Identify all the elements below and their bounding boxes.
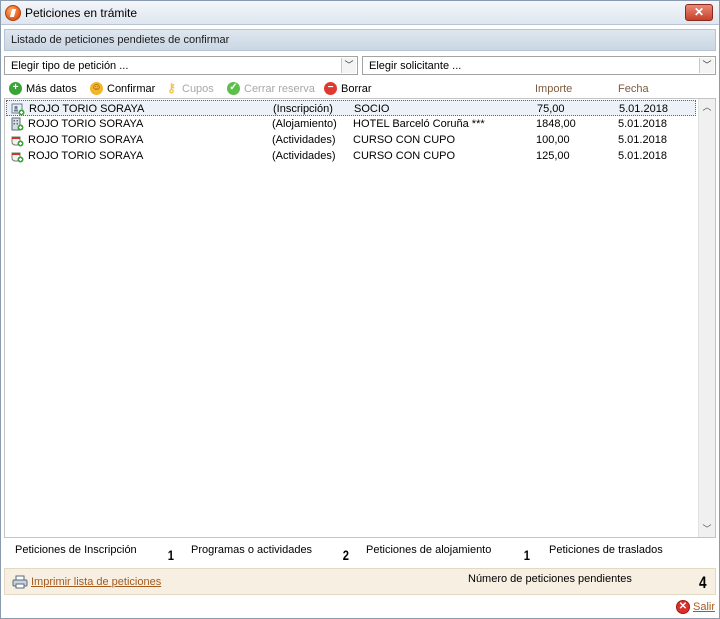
row-desc: HOTEL Barceló Coruña ***: [353, 118, 485, 130]
stat-inscripcion-value: 1: [167, 547, 175, 563]
minus-circle-icon: −: [324, 82, 337, 95]
row-fecha: 5.01.2018: [619, 103, 668, 115]
chevron-down-icon[interactable]: ﹀: [341, 58, 356, 73]
row-desc: CURSO CON CUPO: [353, 134, 456, 146]
stat-actividades-value: 2: [342, 547, 350, 563]
plus-circle-icon: +: [9, 82, 22, 95]
stat-traslados-label: Peticiones de traslados: [549, 544, 663, 556]
check-circle-icon: ✓: [227, 82, 240, 95]
stat-alojamiento-label: Peticiones de alojamiento: [366, 544, 492, 556]
key-icon: ⚷: [167, 81, 176, 95]
imprimir-lista-link[interactable]: Imprimir lista de peticiones: [31, 576, 161, 588]
peticiones-list: ROJO TORIO SORAYA (Inscripción) SOCIO 75…: [4, 98, 716, 538]
tipo-peticion-value: Elegir tipo de petición ...: [11, 60, 129, 72]
smiley-icon: ☺: [90, 82, 103, 95]
printer-icon[interactable]: [12, 575, 28, 589]
row-desc: SOCIO: [354, 103, 390, 115]
column-header-importe[interactable]: Importe: [535, 83, 572, 95]
cerrar-reserva-label: Cerrar reserva: [244, 83, 315, 95]
row-type: (Actividades): [272, 134, 336, 146]
table-row[interactable]: ROJO TORIO SORAYA (Actividades) CURSO CO…: [6, 148, 696, 164]
solicitante-select[interactable]: Elegir solicitante ... ﹀: [362, 56, 716, 75]
person-card-icon: [11, 103, 25, 116]
tipo-peticion-select[interactable]: Elegir tipo de petición ... ﹀: [4, 56, 358, 75]
row-importe: 125,00: [536, 150, 570, 162]
row-importe: 100,00: [536, 134, 570, 146]
table-row[interactable]: ROJO TORIO SORAYA (Alojamiento) HOTEL Ba…: [6, 116, 696, 132]
print-band: Imprimir lista de peticiones Número de p…: [4, 568, 716, 595]
column-header-fecha[interactable]: Fecha: [618, 83, 649, 95]
hotel-building-icon: [11, 117, 24, 131]
row-desc: CURSO CON CUPO: [353, 150, 456, 162]
scroll-down-arrow-icon[interactable]: ﹀: [699, 521, 715, 537]
cupos-label: Cupos: [182, 83, 214, 95]
row-fecha: 5.01.2018: [618, 150, 667, 162]
toolbar: + Más datos ☺ Confirmar ⚷ Cupos ✓ Cerrar…: [4, 80, 716, 98]
row-name: ROJO TORIO SORAYA: [28, 150, 144, 162]
row-type: (Actividades): [272, 150, 336, 162]
row-type: (Alojamiento): [272, 118, 337, 130]
row-type: (Inscripción): [273, 103, 333, 115]
row-name: ROJO TORIO SORAYA: [28, 134, 144, 146]
row-name: ROJO TORIO SORAYA: [28, 118, 144, 130]
row-fecha: 5.01.2018: [618, 118, 667, 130]
pending-count-label: Número de peticiones pendientes: [468, 573, 632, 585]
chevron-down-icon[interactable]: ﹀: [699, 58, 714, 73]
summary-stats: Peticiones de Inscripción 1 Programas o …: [4, 540, 716, 567]
table-row[interactable]: ROJO TORIO SORAYA (Actividades) CURSO CO…: [6, 132, 696, 148]
row-importe: 1848,00: [536, 118, 576, 130]
salir-label: Salir: [693, 601, 716, 613]
scroll-up-arrow-icon[interactable]: ︿: [699, 99, 715, 115]
vertical-scrollbar[interactable]: ︿ ﹀: [698, 99, 715, 537]
coffee-cup-icon: [11, 136, 24, 147]
window-close-button[interactable]: ✕: [685, 4, 713, 21]
section-header-text: Listado de peticiones pendietes de confi…: [11, 34, 230, 46]
mas-datos-label: Más datos: [26, 83, 77, 95]
borrar-label: Borrar: [341, 83, 372, 95]
section-header: Listado de peticiones pendietes de confi…: [4, 29, 716, 51]
row-name: ROJO TORIO SORAYA: [29, 103, 145, 115]
solicitante-value: Elegir solicitante ...: [369, 60, 462, 72]
stat-alojamiento-value: 1: [523, 547, 531, 563]
stat-actividades-label: Programas o actividades: [191, 544, 313, 556]
window-title: Peticiones en trámite: [25, 6, 138, 20]
peticiones-window: Peticiones en trámite ✕ Listado de petic…: [0, 0, 720, 619]
row-fecha: 5.01.2018: [618, 134, 667, 146]
confirmar-label: Confirmar: [107, 83, 156, 95]
app-logo-icon: [5, 5, 21, 21]
coffee-cup-icon: [11, 152, 24, 163]
stat-inscripcion-label: Peticiones de Inscripción: [15, 544, 137, 556]
table-row[interactable]: ROJO TORIO SORAYA (Inscripción) SOCIO 75…: [6, 100, 696, 116]
row-importe: 75,00: [537, 103, 565, 115]
close-circle-icon: ✕: [676, 600, 690, 614]
pending-count-value: 4: [698, 573, 707, 592]
title-bar: Peticiones en trámite ✕: [1, 1, 719, 25]
